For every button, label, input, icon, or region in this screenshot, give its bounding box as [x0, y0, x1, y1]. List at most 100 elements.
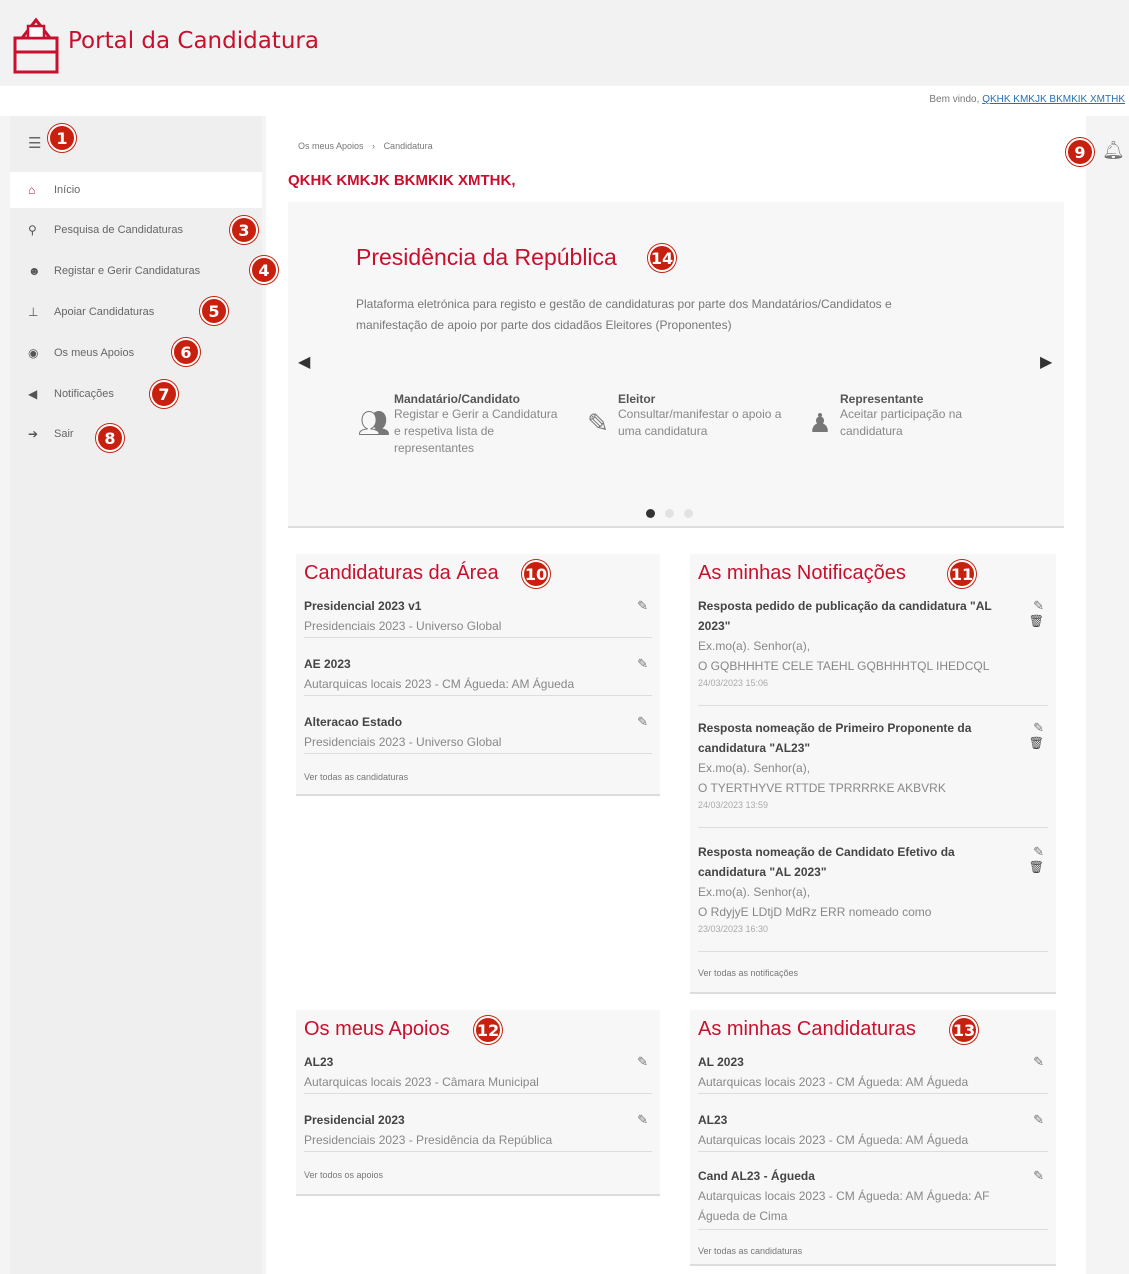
edit-icon[interactable]: ✎ [1033, 844, 1044, 860]
breadcrumb-separator: › [372, 141, 376, 151]
item-subtitle: Presidenciais 2023 - Universo Global [304, 735, 502, 749]
item-subtitle: Autarquicas locais 2023 - CM Águeda: AM … [698, 1075, 969, 1089]
sidebar-item-label: Pesquisa de Candidaturas [54, 224, 184, 236]
edit-icon[interactable]: ✎ [637, 714, 648, 730]
edit-icon[interactable]: ✎ [637, 1112, 648, 1128]
item-subtitle: Presidenciais 2023 - Presidência da Repú… [304, 1133, 553, 1147]
card-title: Os meus Apoios [304, 1018, 450, 1040]
app-title[interactable]: Portal da Candidatura [68, 28, 319, 54]
edit-icon[interactable]: ✎ [1033, 1168, 1044, 1184]
role-representante: ♟ Representante Aceitar participação na … [800, 392, 1010, 440]
role-description: Aceitar participação na candidatura [840, 407, 963, 438]
item-title: Presidencial 2023 [304, 1113, 405, 1127]
role-mandatario: 👥︎ Mandatário/Candidato Registar e Gerir… [354, 392, 564, 457]
bell-icon[interactable]: 🔔︎ [1102, 140, 1125, 161]
welcome-user-link[interactable]: QKHK KMKJK BKMKIK XMTHK [982, 94, 1125, 105]
edit-icon[interactable]: ✎ [1033, 1112, 1044, 1128]
notification-item[interactable]: Resposta nomeação de Primeiro Proponente… [698, 718, 1048, 828]
item-subtitle: Autarquicas locais 2023 - CM Águeda: AM … [698, 1189, 990, 1223]
edit-icon[interactable]: ✎ [1033, 720, 1044, 736]
sidebar-item-meus-apoios[interactable]: ◉ Os meus Apoios [10, 335, 262, 371]
ballot-box-logo-icon[interactable] [12, 12, 60, 76]
trash-icon[interactable]: 🗑︎ [1029, 614, 1044, 628]
annotation-badge: 11 [948, 560, 976, 588]
sidebar-item-label: Início [54, 184, 81, 196]
edit-icon[interactable]: ✎ [1033, 1054, 1044, 1070]
trash-icon[interactable]: 🗑︎ [1029, 860, 1044, 874]
carousel-indicators [646, 509, 693, 518]
item-subtitle: Autarquicas locais 2023 - Câmara Municip… [304, 1075, 539, 1089]
role-title: Eleitor [618, 392, 656, 406]
carousel-dot[interactable] [684, 509, 693, 518]
user-plus-icon: ☻ [28, 264, 41, 278]
item-body: O TYERTHYVE RTTDE TPRRRRKE AKBVRK [698, 781, 946, 795]
item-title: Resposta nomeação de Primeiro Proponente… [698, 721, 972, 755]
list-item[interactable]: AE 2023 Autarquicas locais 2023 - CM Águ… [304, 654, 652, 696]
sidebar-item-label: Sair [54, 428, 74, 440]
see-all-link[interactable]: Ver todas as notificações [698, 968, 798, 978]
sidebar-item-label: Os meus Apoios [54, 347, 135, 359]
carousel-next-arrow-icon[interactable]: ▶ [1040, 352, 1052, 372]
list-item[interactable]: Presidencial 2023 v1 Presidenciais 2023 … [304, 596, 652, 638]
see-all-link[interactable]: Ver todos os apoios [304, 1170, 383, 1180]
item-body: O RdyjyE LDtjD MdRz ERR nomeado como [698, 905, 932, 919]
eye-icon: ◉ [28, 346, 39, 360]
home-icon: ⌂ [28, 183, 36, 197]
item-title: AL23 [304, 1055, 334, 1069]
carousel-dot[interactable] [665, 509, 674, 518]
sidebar-item-sair[interactable]: ➔ Sair [10, 416, 262, 452]
item-greeting: Ex.mo(a). Senhor(a), [698, 885, 811, 899]
vote-icon: ⊥ [28, 305, 39, 319]
edit-icon[interactable]: ✎ [1033, 598, 1044, 614]
notification-item[interactable]: Resposta pedido de publicação da candida… [698, 596, 1048, 706]
see-all-link[interactable]: Ver todas as candidaturas [304, 772, 408, 782]
edit-icon[interactable]: ✎ [637, 656, 648, 672]
hamburger-menu-icon[interactable]: ☰ [28, 134, 41, 152]
sidebar-item-registar[interactable]: ☻ Registar e Gerir Candidaturas [10, 253, 262, 289]
sidebar-item-label: Notificações [54, 388, 114, 400]
item-date: 23/03/2023 16:30 [698, 924, 769, 934]
card-title: As minhas Candidaturas [698, 1018, 916, 1040]
edit-icon[interactable]: ✎ [637, 1054, 648, 1070]
carousel-description: Plataforma eletrónica para registo e ges… [356, 297, 892, 332]
breadcrumb-parent-link[interactable]: Os meus Apoios [298, 141, 364, 151]
card-title: As minhas Notificações [698, 562, 906, 584]
list-item[interactable]: Presidencial 2023 Presidenciais 2023 - P… [304, 1110, 652, 1152]
list-item[interactable]: AL23 Autarquicas locais 2023 - CM Águeda… [698, 1110, 1048, 1152]
annotation-badge: 9 [1066, 138, 1094, 166]
list-item[interactable]: AL23 Autarquicas locais 2023 - Câmara Mu… [304, 1052, 652, 1094]
app-header: Portal da Candidatura [0, 0, 1129, 86]
sign-out-icon: ➔ [28, 427, 39, 441]
user-heading: QKHK KMKJK BKMKIK XMTHK, [288, 172, 516, 189]
item-title: Presidencial 2023 v1 [304, 599, 422, 613]
welcome-prefix: Bem vindo, [929, 94, 980, 105]
area-candidacies-card: Candidaturas da Área Presidencial 2023 v… [296, 554, 660, 796]
see-all-link[interactable]: Ver todas as candidaturas [698, 1246, 802, 1256]
list-item[interactable]: Cand AL23 - Águeda Autarquicas locais 20… [698, 1166, 1048, 1230]
notification-item[interactable]: Resposta nomeação de Candidato Efetivo d… [698, 842, 1048, 952]
role-description: Registar e Gerir a Candidatura e respeti… [394, 407, 558, 455]
item-subtitle: Autarquicas locais 2023 - CM Águeda: AM … [304, 677, 575, 691]
search-icon: ⚲ [28, 223, 37, 237]
info-carousel: ◀ ▶ Presidência da República Plataforma … [288, 202, 1064, 528]
item-title: Resposta pedido de publicação da candida… [698, 599, 992, 633]
carousel-dot[interactable] [646, 509, 655, 518]
annotation-badge: 3 [230, 216, 258, 244]
trash-icon[interactable]: 🗑︎ [1029, 736, 1044, 750]
item-subtitle: Autarquicas locais 2023 - CM Águeda: AM … [698, 1133, 969, 1147]
list-item[interactable]: Alteracao Estado Presidenciais 2023 - Un… [304, 712, 652, 754]
edit-document-icon: ✎ [587, 408, 609, 438]
sidebar-item-inicio[interactable]: ⌂ Início [10, 172, 262, 208]
annotation-badge: 6 [172, 338, 200, 366]
carousel-prev-arrow-icon[interactable]: ◀ [298, 352, 310, 372]
role-title: Representante [840, 392, 924, 406]
item-title: AL23 [698, 1113, 728, 1127]
list-item[interactable]: AL 2023 Autarquicas locais 2023 - CM Águ… [698, 1052, 1048, 1094]
edit-icon[interactable]: ✎ [637, 598, 648, 614]
breadcrumb: Os meus Apoios › Candidatura [298, 141, 433, 151]
sidebar-item-notificacoes[interactable]: ◀ Notificações [10, 376, 262, 412]
item-greeting: Ex.mo(a). Senhor(a), [698, 761, 811, 775]
annotation-badge: 5 [200, 297, 228, 325]
carousel-title: Presidência da República [356, 244, 617, 270]
sidebar-item-pesquisa[interactable]: ⚲ Pesquisa de Candidaturas [10, 212, 262, 248]
